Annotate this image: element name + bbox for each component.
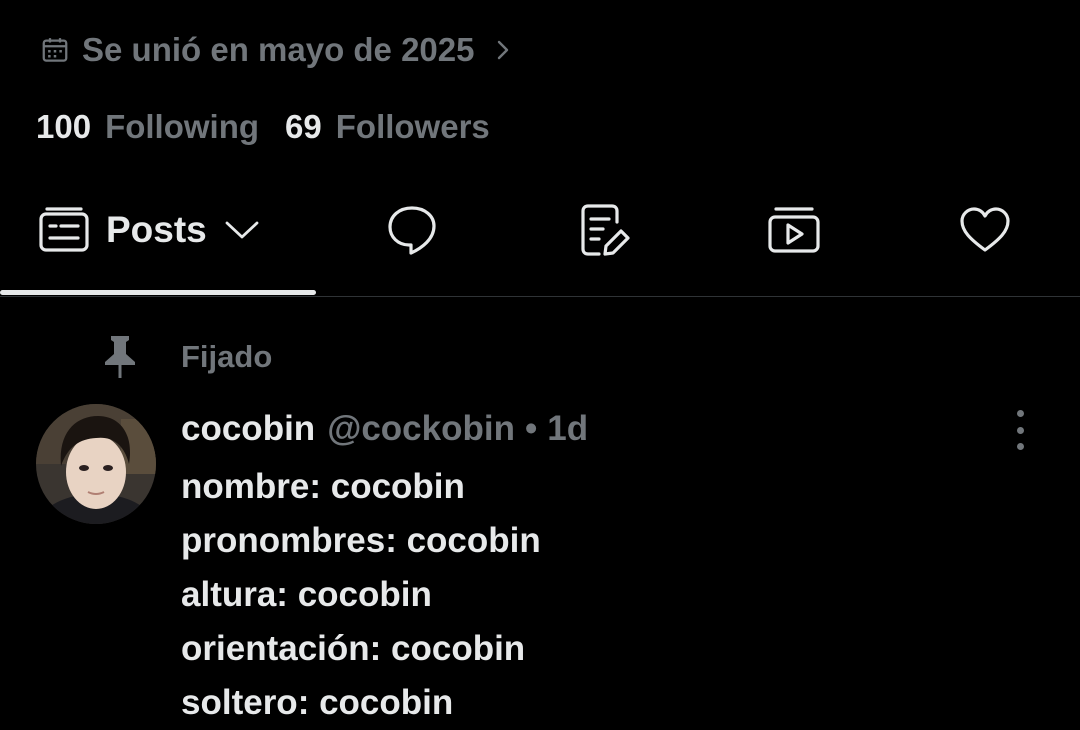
pinned-indicator: Fijado [100,334,272,380]
tab-posts-label: Posts [106,209,207,250]
post-header: cocobin @cockobin • 1d [181,404,588,454]
articles-icon [581,204,630,256]
post-line: orientación: cocobin [181,629,526,668]
following-label: Following [105,108,260,145]
post-line: pronombres: cocobin [181,521,541,560]
author-name[interactable]: cocobin [181,409,315,449]
avatar-image [36,404,156,524]
post-line: altura: cocobin [181,575,432,614]
following-count: 100 [36,108,92,145]
chevron-down-icon[interactable] [225,220,259,240]
tab-articles[interactable] [564,190,644,270]
replies-icon [388,206,436,255]
author-handle[interactable]: @cockobin [327,409,515,449]
active-tab-indicator [0,290,316,295]
post-time[interactable]: 1d [547,409,588,449]
following-link[interactable]: 100 Following [36,108,259,146]
calendar-icon [42,38,68,62]
avatar[interactable] [36,404,156,524]
post-line: nombre: cocobin [181,467,465,506]
posts-icon [39,207,89,252]
tab-posts[interactable]: Posts [38,190,278,270]
media-icon [768,207,820,253]
pinned-label: Fijado [181,339,273,374]
header-separator: • [524,409,538,448]
tab-replies[interactable] [372,190,452,270]
follow-counts: 100 Following 69 Followers [36,108,490,146]
followers-label: Followers [335,108,490,145]
followers-count: 69 [285,108,322,145]
joined-date-row[interactable]: Se unió en mayo de 2025 [40,28,513,72]
chevron-right-icon [497,40,508,60]
followers-link[interactable]: 69 Followers [285,108,490,146]
post-line: soltero: cocobin [181,683,454,722]
tab-media[interactable] [754,190,834,270]
pin-icon [105,336,135,378]
more-options-icon[interactable] [1004,408,1036,452]
joined-date-text: Se unió en mayo de 2025 [82,31,475,68]
heart-icon [960,207,1010,252]
post-text: nombre: cocobin pronombres: cocobin altu… [181,460,1041,730]
profile-tabs: Posts [0,190,1080,297]
tab-likes[interactable] [945,190,1025,270]
